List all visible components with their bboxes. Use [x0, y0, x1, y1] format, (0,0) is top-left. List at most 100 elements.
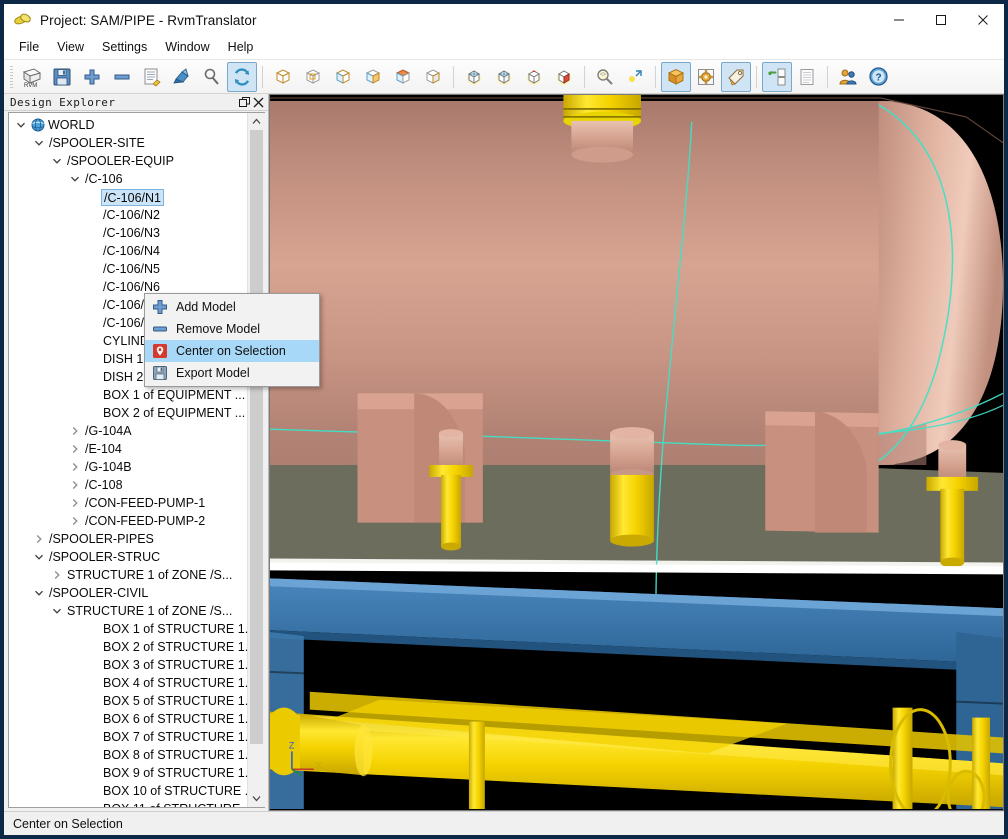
view-iso1-button[interactable]	[268, 62, 298, 92]
scroll-down-button[interactable]	[247, 790, 265, 807]
scroll-up-button[interactable]	[247, 113, 265, 130]
tree-item[interactable]: STRUCTURE 1 of ZONE /S...	[9, 602, 247, 620]
tree-item[interactable]: /C-106/N2	[9, 206, 247, 224]
tree-item[interactable]: BOX 1 of EQUIPMENT ...	[9, 386, 247, 404]
tree-item[interactable]: /C-108	[9, 476, 247, 494]
tree-twisty-toggle[interactable]	[49, 156, 65, 166]
view-iso2-button[interactable]	[298, 62, 328, 92]
menu-item-file[interactable]: File	[10, 37, 48, 58]
scrollbar-thumb[interactable]	[249, 130, 263, 744]
tree-item[interactable]: BOX 2 of STRUCTURE 1...	[9, 638, 247, 656]
context-menu-item[interactable]: Remove Model	[145, 318, 319, 340]
menu-item-window[interactable]: Window	[156, 37, 218, 58]
context-menu-item[interactable]: Export Model	[145, 362, 319, 384]
search-button[interactable]	[197, 62, 227, 92]
context-menu-item[interactable]: Center on Selection	[145, 340, 319, 362]
view-iso4-button[interactable]	[358, 62, 388, 92]
tree-twisty-toggle[interactable]	[67, 498, 83, 508]
tree-item[interactable]: WORLD	[9, 116, 247, 134]
tree-item[interactable]: BOX 1 of STRUCTURE 1...	[9, 620, 247, 638]
add-model-button[interactable]	[77, 62, 107, 92]
center-on-selection-button[interactable]	[620, 62, 650, 92]
tree-item[interactable]: /G-104A	[9, 422, 247, 440]
menu-item-help[interactable]: Help	[219, 37, 263, 58]
context-menu-item[interactable]: Add Model	[145, 296, 319, 318]
tree-item[interactable]: BOX 2 of EQUIPMENT ...	[9, 404, 247, 422]
3d-viewport[interactable]: Z X	[269, 94, 1004, 811]
design-explorer-tree[interactable]: WORLD/SPOOLER-SITE/SPOOLER-EQUIP/C-106/C…	[9, 113, 247, 807]
tree-twisty-toggle[interactable]	[67, 174, 83, 184]
users-button[interactable]	[833, 62, 863, 92]
tree-item[interactable]: BOX 5 of STRUCTURE 1...	[9, 692, 247, 710]
view-iso3-button[interactable]	[328, 62, 358, 92]
edit-attributes-button[interactable]	[137, 62, 167, 92]
tree-item[interactable]: /C-106	[9, 170, 247, 188]
tree-item[interactable]: /SPOOLER-STRUC	[9, 548, 247, 566]
tree-item[interactable]: /C-106/N3	[9, 224, 247, 242]
tree-item[interactable]: STRUCTURE 1 of ZONE /S...	[9, 566, 247, 584]
rotate-view-ne-button[interactable]	[489, 62, 519, 92]
rotate-view-nw-button[interactable]	[459, 62, 489, 92]
tree-twisty-toggle[interactable]	[49, 570, 65, 580]
tree-item[interactable]: /C-106/N1	[9, 188, 247, 206]
close-button[interactable]	[962, 4, 1004, 36]
export-pages-button[interactable]	[762, 61, 792, 92]
maximize-button[interactable]	[920, 4, 962, 36]
zoom-extents-button[interactable]	[590, 62, 620, 92]
tree-item[interactable]: /SPOOLER-EQUIP	[9, 152, 247, 170]
tree-item[interactable]: BOX 6 of STRUCTURE 1...	[9, 710, 247, 728]
tree-twisty-toggle[interactable]	[67, 462, 83, 472]
tree-twisty-toggle[interactable]	[31, 588, 47, 598]
rotate-view-sw-button[interactable]	[519, 62, 549, 92]
rotate-view-se-button[interactable]	[549, 62, 579, 92]
tree-item[interactable]: BOX 9 of STRUCTURE 1...	[9, 764, 247, 782]
render-settings-button[interactable]	[691, 62, 721, 92]
open-rvm-button[interactable]: RVM	[17, 62, 47, 92]
tree-twisty-toggle[interactable]	[31, 552, 47, 562]
menu-item-view[interactable]: View	[48, 37, 93, 58]
scrollbar-track[interactable]	[247, 130, 265, 790]
menu-item-settings[interactable]: Settings	[93, 37, 156, 58]
tree-item[interactable]: /C-106/N5	[9, 260, 247, 278]
tree-item[interactable]: /C-106/N4	[9, 242, 247, 260]
label-tag-button[interactable]	[721, 61, 751, 92]
tree-twisty-toggle[interactable]	[49, 606, 65, 616]
minimize-button[interactable]	[878, 4, 920, 36]
tree-item[interactable]: BOX 8 of STRUCTURE 1...	[9, 746, 247, 764]
tree-item[interactable]: BOX 3 of STRUCTURE 1...	[9, 656, 247, 674]
highlight-button[interactable]	[167, 62, 197, 92]
tree-item[interactable]: /E-104	[9, 440, 247, 458]
tree-item-label: BOX 2 of STRUCTURE 1...	[103, 639, 247, 654]
report-button[interactable]	[792, 62, 822, 92]
tree-item[interactable]: /CON-FEED-PUMP-1	[9, 494, 247, 512]
tree-twisty-toggle[interactable]	[67, 480, 83, 490]
tree-item[interactable]: BOX 4 of STRUCTURE 1...	[9, 674, 247, 692]
float-panel-button[interactable]	[237, 95, 251, 109]
tree-item[interactable]: BOX 10 of STRUCTURE ...	[9, 782, 247, 800]
context-menu[interactable]: Add Model Remove Model Center on Selection…	[144, 293, 320, 387]
shaded-mode-button[interactable]	[661, 61, 691, 92]
tree-item[interactable]: /G-104B	[9, 458, 247, 476]
help-button[interactable]: ?	[863, 62, 893, 92]
tree-twisty-toggle[interactable]	[67, 444, 83, 454]
close-panel-button[interactable]	[251, 95, 265, 109]
view-bottom-button[interactable]	[418, 62, 448, 92]
tree-twisty-toggle[interactable]	[31, 138, 47, 148]
tree-item[interactable]: /SPOOLER-PIPES	[9, 530, 247, 548]
tree-twisty-toggle[interactable]	[13, 120, 29, 130]
tree-item[interactable]: BOX 7 of STRUCTURE 1...	[9, 728, 247, 746]
tree-item[interactable]: /SPOOLER-CIVIL	[9, 584, 247, 602]
tree-twisty-toggle[interactable]	[31, 534, 47, 544]
status-bar: Center on Selection	[4, 811, 1004, 835]
tree-vertical-scrollbar[interactable]	[247, 113, 265, 807]
refresh-button[interactable]	[227, 61, 257, 92]
tree-twisty-toggle[interactable]	[67, 516, 83, 526]
view-top-button[interactable]	[388, 62, 418, 92]
tree-twisty-toggle[interactable]	[67, 426, 83, 436]
tree-item[interactable]: /CON-FEED-PUMP-2	[9, 512, 247, 530]
tree-item[interactable]: /SPOOLER-SITE	[9, 134, 247, 152]
remove-model-button[interactable]	[107, 62, 137, 92]
save-button[interactable]	[47, 62, 77, 92]
tree-item[interactable]: BOX 11 of STRUCTURE ...	[9, 800, 247, 808]
toolbar-grip[interactable]	[10, 65, 13, 88]
